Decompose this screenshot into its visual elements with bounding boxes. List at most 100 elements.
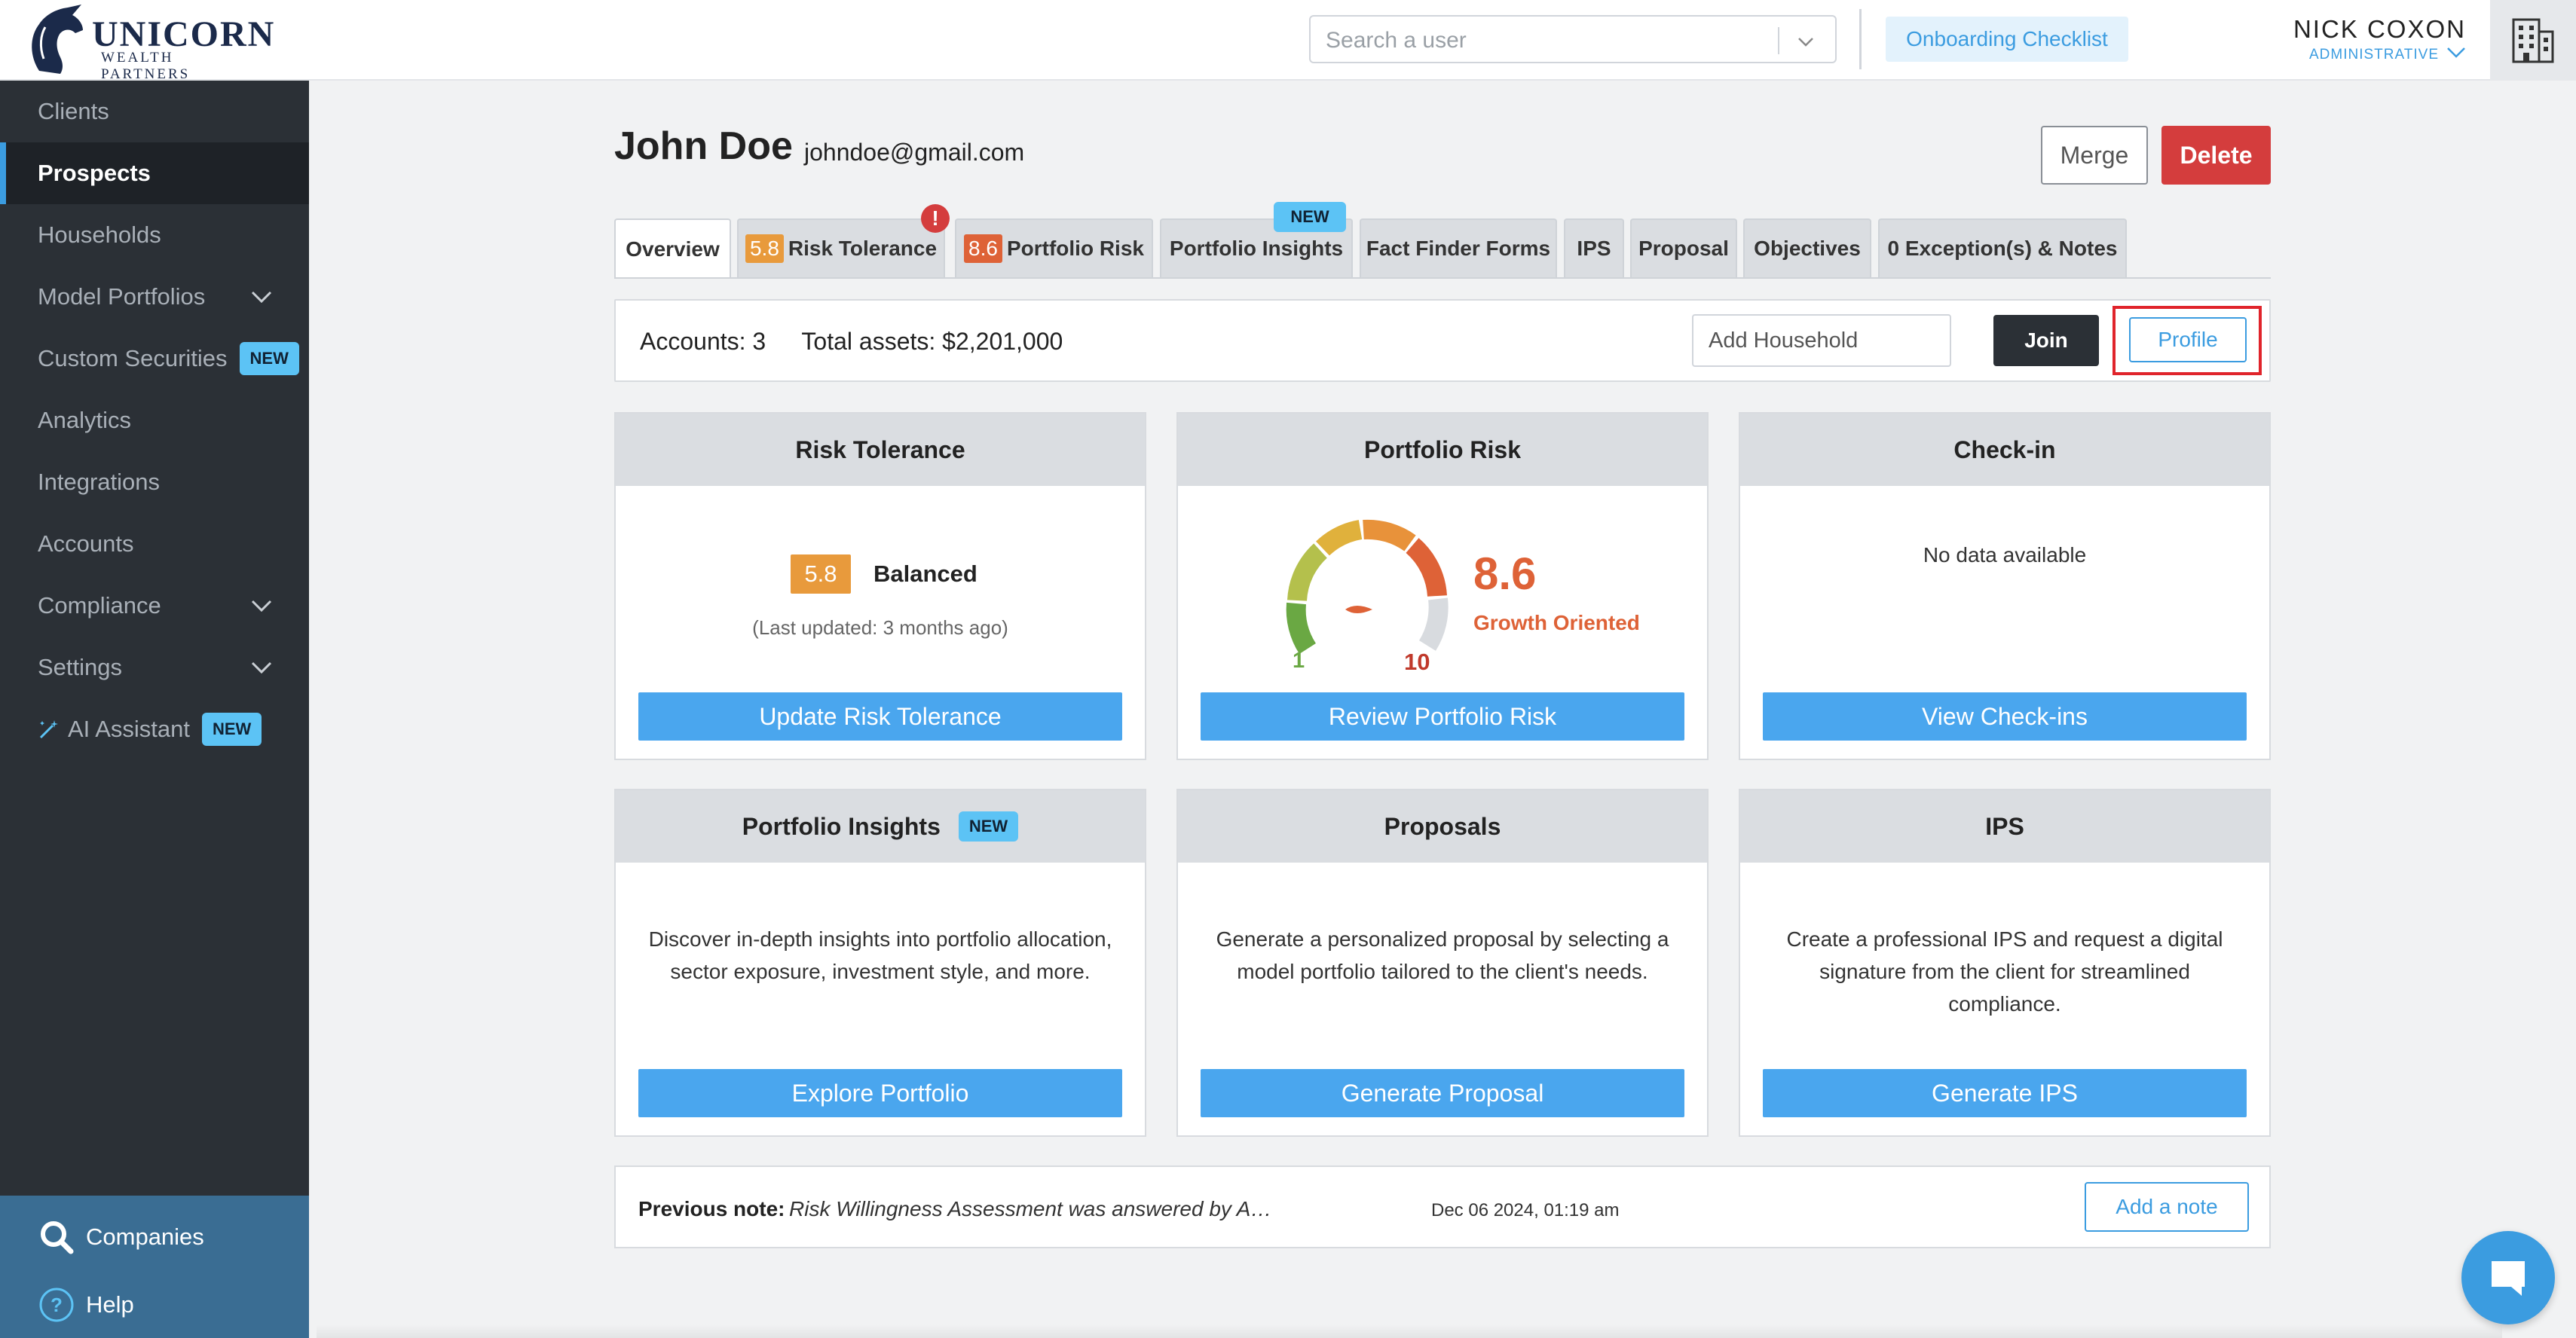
company-logo[interactable]: UNICORN WEALTH PARTNERS — [23, 5, 274, 82]
sidebar-item-label: Custom Securities — [38, 345, 228, 371]
card-description: Generate a personalized proposal by sele… — [1216, 927, 1669, 983]
generate-proposal-button[interactable]: Generate Proposal — [1201, 1069, 1684, 1117]
new-badge: NEW — [239, 342, 299, 375]
card-title: Portfolio Risk — [1178, 414, 1707, 486]
review-portfolio-risk-button[interactable]: Review Portfolio Risk — [1201, 692, 1684, 741]
app-root: UNICORN WEALTH PARTNERS Search a user On… — [0, 0, 2576, 1338]
chevron-down-icon[interactable] — [1794, 30, 1817, 53]
sidebar-item-clients[interactable]: Clients — [0, 81, 309, 142]
chevron-down-icon — [251, 291, 272, 304]
sidebar-item-accounts[interactable]: Accounts — [0, 513, 309, 575]
top-bar: UNICORN WEALTH PARTNERS Search a user On… — [0, 0, 2576, 82]
accounts-label: Accounts: — [640, 328, 746, 355]
card-title: IPS — [1740, 790, 2269, 863]
sidebar-item-label: Households — [38, 221, 161, 248]
sidebar-item-settings[interactable]: Settings — [0, 637, 309, 698]
sidebar-item-ai-assistant[interactable]: AI Assistant NEW — [0, 698, 309, 760]
footer-shadow — [317, 1324, 2502, 1338]
tab-ips[interactable]: IPS — [1564, 218, 1624, 277]
tab-label: IPS — [1577, 237, 1611, 260]
sidebar-item-label: Integrations — [38, 469, 160, 495]
unicorn-logo-icon — [32, 5, 83, 74]
new-badge: NEW — [958, 811, 1019, 842]
explore-portfolio-button[interactable]: Explore Portfolio — [638, 1069, 1122, 1117]
sidebar-item-label: Help — [86, 1291, 134, 1318]
risk-gauge — [1286, 519, 1449, 655]
previous-note-text: Risk Willingness Assessment was answered… — [789, 1197, 1279, 1220]
chevron-down-icon[interactable] — [2445, 44, 2467, 62]
delete-button[interactable]: Delete — [2161, 126, 2271, 185]
sidebar-footer: Companies ? Help — [0, 1196, 309, 1338]
user-search-select[interactable]: Search a user — [1309, 15, 1837, 63]
sidebar-item-custom-securities[interactable]: Custom Securities NEW — [0, 328, 309, 389]
profile-button[interactable]: Profile — [2129, 317, 2247, 362]
portfolio-risk-label: Growth Oriented — [1473, 611, 1640, 634]
card-title: Portfolio Insights — [742, 812, 941, 840]
search-icon — [41, 1221, 74, 1254]
topbar-divider — [1859, 9, 1862, 69]
sidebar-item-label: Companies — [86, 1223, 204, 1250]
tab-label: Portfolio Insights — [1169, 237, 1344, 260]
proposals-card: Proposals Generate a personalized propos… — [1176, 789, 1709, 1137]
empty-state-text: No data available — [1923, 543, 2087, 567]
add-household-input[interactable]: Add Household — [1692, 314, 1951, 367]
tab-overview[interactable]: Overview — [614, 218, 731, 279]
sidebar-item-label: Clients — [38, 98, 109, 124]
join-button[interactable]: Join — [1993, 315, 2099, 366]
tab-label: Fact Finder Forms — [1366, 237, 1551, 260]
last-updated-text: (Last updated: 3 months ago) — [752, 616, 1008, 639]
user-menu[interactable]: NICK COXON ADMINISTRATIVE — [2291, 14, 2517, 66]
chevron-down-icon — [251, 600, 272, 612]
sidebar-item-prospects[interactable]: Prospects — [0, 142, 309, 204]
accounts-count: 3 — [752, 328, 766, 355]
building-icon — [2512, 18, 2554, 63]
tab-fact-finder-forms[interactable]: Fact Finder Forms — [1360, 218, 1557, 277]
gauge-max-label: 10 — [1404, 649, 1430, 675]
search-divider — [1778, 27, 1779, 54]
tab-objectives[interactable]: Objectives — [1743, 218, 1871, 277]
sidebar-item-help[interactable]: ? Help — [0, 1271, 309, 1338]
chat-launcher-button[interactable] — [2461, 1231, 2555, 1324]
total-assets-label: Total assets: — [801, 328, 936, 355]
sidebar-item-label: Settings — [38, 654, 123, 680]
sidebar-item-label: Prospects — [38, 160, 151, 186]
add-note-button[interactable]: Add a note — [2085, 1182, 2249, 1232]
sidebar-item-households[interactable]: Households — [0, 204, 309, 266]
tab-exceptions-notes[interactable]: 0 Exception(s) & Notes — [1878, 218, 2127, 277]
sidebar-item-model-portfolios[interactable]: Model Portfolios — [0, 266, 309, 328]
tab-portfolio-risk[interactable]: 8.6 Portfolio Risk — [955, 218, 1153, 277]
sidebar-item-integrations[interactable]: Integrations — [0, 451, 309, 513]
risk-score-badge: 5.8 — [791, 554, 851, 594]
ips-card: IPS Create a professional IPS and reques… — [1739, 789, 2271, 1137]
onboarding-checklist-button[interactable]: Onboarding Checklist — [1886, 17, 2128, 62]
user-role: ADMINISTRATIVE — [2309, 47, 2439, 63]
card-header: Portfolio Insights NEW — [616, 790, 1145, 863]
tab-risk-tolerance[interactable]: 5.8 Risk Tolerance — [737, 218, 945, 277]
tab-label: Risk Tolerance — [788, 237, 938, 260]
tab-label: Portfolio Risk — [1006, 237, 1144, 260]
update-risk-tolerance-button[interactable]: Update Risk Tolerance — [638, 692, 1122, 741]
help-icon: ? — [39, 1288, 74, 1322]
score-chip: 8.6 — [964, 234, 1002, 263]
tab-label: Proposal — [1638, 237, 1729, 260]
generate-ips-button[interactable]: Generate IPS — [1763, 1069, 2247, 1117]
user-name: NICK COXON — [2293, 15, 2466, 43]
tab-label: Objectives — [1754, 237, 1861, 260]
sidebar-item-compliance[interactable]: Compliance — [0, 575, 309, 637]
gauge-min-label: 1 — [1293, 649, 1305, 673]
add-household-placeholder: Add Household — [1709, 328, 1859, 353]
view-check-ins-button[interactable]: View Check-ins — [1763, 692, 2247, 741]
prospect-email: johndoe@gmail.com — [804, 139, 1025, 166]
sidebar-item-label: Accounts — [38, 530, 134, 557]
magic-wand-icon — [39, 720, 58, 739]
total-assets-value: $2,201,000 — [942, 328, 1063, 355]
sidebar-item-companies[interactable]: Companies — [0, 1203, 309, 1271]
tab-label: 0 Exception(s) & Notes — [1887, 237, 2118, 260]
company-switch-button[interactable] — [2490, 0, 2576, 81]
portfolio-insights-card: Portfolio Insights NEW Discover in-depth… — [614, 789, 1146, 1137]
merge-button[interactable]: Merge — [2041, 126, 2148, 185]
tab-proposal[interactable]: Proposal — [1630, 218, 1737, 277]
card-title: Check-in — [1740, 414, 2269, 486]
risk-tolerance-card: Risk Tolerance 5.8 Balanced (Last update… — [614, 412, 1146, 760]
sidebar-item-analytics[interactable]: Analytics — [0, 389, 309, 451]
